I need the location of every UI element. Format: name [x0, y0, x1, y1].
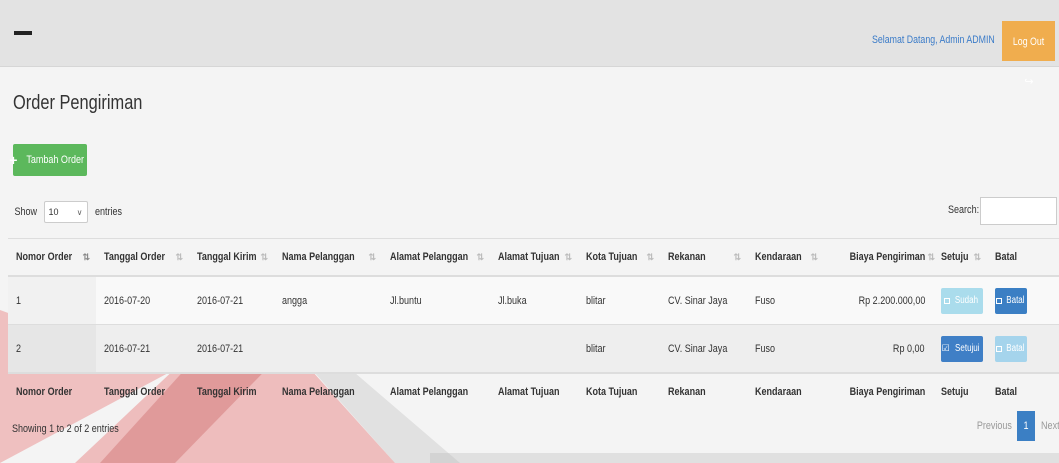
square-icon — [995, 345, 1002, 352]
menu-toggle-icon[interactable] — [14, 31, 32, 35]
check-square-icon: ☑ — [941, 343, 950, 353]
welcome-text: Selamat Datang, Admin ADMIN — [872, 34, 995, 46]
cell-rekanan: CV. Sinar Jaya — [660, 275, 747, 325]
entries-label: entries — [94, 206, 122, 218]
approve-button[interactable]: ☑ Setujui — [941, 335, 983, 362]
entries-select[interactable]: 10 ∨ — [43, 201, 88, 223]
col-header[interactable]: Kendaraan ⇅ — [747, 238, 824, 277]
col-footer: Batal — [987, 372, 1059, 410]
col-footer: Alamat Pelanggan — [382, 372, 490, 410]
cell-nomor-order: 2 — [8, 324, 96, 373]
approved-button: Sudah — [941, 287, 983, 314]
col-footer: Biaya Pengiriman — [824, 372, 933, 410]
logout-button[interactable]: Log Out ↪ — [1002, 21, 1055, 88]
cell-rekanan: CV. Sinar Jaya — [660, 324, 747, 373]
show-label: Show — [14, 206, 38, 218]
col-footer: Tanggal Order — [96, 372, 189, 410]
sort-asc-icon: ⇅ — [82, 252, 90, 262]
col-header[interactable]: Alamat Pelanggan ⇅ — [382, 238, 490, 277]
col-header[interactable]: Setuju ⇅ — [933, 238, 987, 277]
pagination: Previous 1 Next — [969, 411, 1059, 441]
cancel-order-button[interactable]: Batal — [995, 287, 1027, 314]
add-order-button[interactable]: + Tambah Order — [9, 144, 87, 176]
orders-table: Nomor Order ⇅ Tanggal Order ⇅ Tanggal Kiri… — [8, 238, 1059, 410]
sign-out-icon: ↪ — [1024, 76, 1034, 88]
col-footer: Nama Pelanggan — [274, 372, 382, 410]
cell-setuju: ☑ Setujui — [933, 324, 987, 373]
col-header[interactable]: Nama Pelanggan ⇅ — [274, 238, 382, 277]
next-page-button[interactable]: Next — [1035, 411, 1059, 441]
col-footer: Setuju — [933, 372, 987, 410]
plus-icon: + — [9, 152, 18, 168]
cell-alamat-tujuan — [490, 324, 578, 373]
col-header[interactable]: Batal — [987, 238, 1059, 277]
cell-alamat-pelanggan — [382, 324, 490, 373]
sort-icon: ⇅ — [175, 252, 183, 262]
table-header-row: Nomor Order ⇅ Tanggal Order ⇅ Tanggal Kiri… — [8, 238, 1059, 277]
add-order-label: Tambah Order — [26, 154, 85, 166]
search-input[interactable] — [980, 197, 1057, 225]
col-header[interactable]: Nomor Order ⇅ — [8, 238, 96, 277]
cell-setuju: Sudah — [933, 275, 987, 325]
cell-batal: Batal — [987, 275, 1059, 325]
cell-tanggal-order: 2016-07-20 — [96, 275, 189, 325]
top-navbar: Selamat Datang, Admin ADMIN Log Out ↪ — [0, 0, 1059, 88]
col-footer: Kendaraan — [747, 372, 824, 410]
cell-kota-tujuan: blitar — [578, 324, 660, 373]
col-header[interactable]: Tanggal Kirim ⇅ — [189, 238, 274, 277]
cell-alamat-pelanggan: Jl.buntu — [382, 275, 490, 325]
cancel-order-button: Batal — [995, 335, 1027, 362]
cell-tanggal-order: 2016-07-21 — [96, 324, 189, 373]
cell-biaya: Rp 0,00 — [824, 324, 933, 373]
sort-icon: ⇅ — [476, 252, 484, 262]
col-header[interactable]: Alamat Tujuan ⇅ — [490, 238, 578, 277]
sort-icon: ⇅ — [733, 252, 741, 262]
sort-icon: ⇅ — [810, 252, 818, 262]
table-row: 1 2016-07-20 2016-07-21 angga Jl.buntu J… — [8, 275, 1059, 325]
cell-kota-tujuan: blitar — [578, 275, 660, 325]
logout-label: Log Out — [1012, 36, 1045, 48]
chevron-down-icon: ∨ — [76, 207, 83, 217]
cell-tanggal-kirim: 2016-07-21 — [189, 275, 274, 325]
cell-tanggal-kirim: 2016-07-21 — [189, 324, 274, 373]
col-header[interactable]: Tanggal Order ⇅ — [96, 238, 189, 277]
col-footer: Rekanan — [660, 372, 747, 410]
table-row: 2 2016-07-21 2016-07-21 blitar CV. Sinar… — [8, 324, 1059, 373]
sort-icon: ⇅ — [564, 252, 572, 262]
cell-kendaraan: Fuso — [747, 275, 824, 325]
table-footer-row: Nomor Order Tanggal Order Tanggal Kirim … — [8, 372, 1059, 410]
cell-alamat-tujuan: Jl.buka — [490, 275, 578, 325]
page-1-button[interactable]: 1 — [1017, 411, 1035, 441]
sort-icon: ⇅ — [646, 252, 654, 262]
sort-icon: ⇅ — [973, 252, 981, 262]
col-footer: Alamat Tujuan — [490, 372, 578, 410]
sort-icon: ⇅ — [260, 252, 268, 262]
col-footer: Tanggal Kirim — [189, 372, 274, 410]
previous-page-button[interactable]: Previous — [969, 411, 1017, 441]
table-info: Showing 1 to 2 of 2 entries — [12, 423, 119, 435]
cell-kendaraan: Fuso — [747, 324, 824, 373]
entries-length-control: Show 10 ∨ entries — [12, 201, 125, 223]
col-footer: Kota Tujuan — [578, 372, 660, 410]
col-footer: Nomor Order — [8, 372, 96, 410]
cell-nama-pelanggan — [274, 324, 382, 373]
col-header[interactable]: Kota Tujuan ⇅ — [578, 238, 660, 277]
cell-nomor-order: 1 — [8, 275, 96, 325]
cell-biaya: Rp 2.200.000,00 — [824, 275, 933, 325]
cell-batal: Batal — [987, 324, 1059, 373]
sort-icon: ⇅ — [368, 252, 376, 262]
search-label: Search: — [948, 204, 980, 216]
square-icon — [943, 297, 950, 304]
cell-nama-pelanggan: angga — [274, 275, 382, 325]
square-icon — [995, 297, 1002, 304]
col-header[interactable]: Biaya Pengiriman ⇅ — [824, 238, 935, 277]
col-header[interactable]: Rekanan ⇅ — [660, 238, 747, 277]
entries-value: 10 — [48, 207, 59, 217]
page-title: Order Pengiriman — [13, 92, 143, 114]
